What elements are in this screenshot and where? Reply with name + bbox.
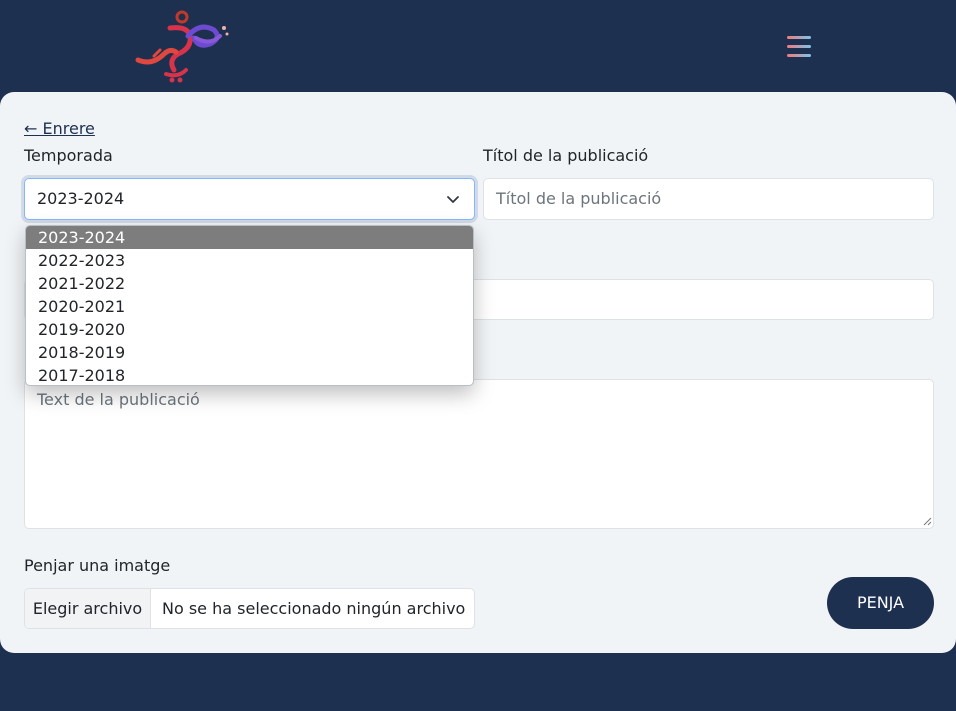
file-status-text: No se ha seleccionado ningún archivo [162, 599, 466, 618]
title-input-placeholder: Títol de la publicació [496, 189, 662, 208]
season-dropdown-list: 2023-2024 2022-2023 2021-2022 2020-2021 … [25, 225, 474, 386]
title-input[interactable]: Títol de la publicació [483, 178, 934, 220]
back-link[interactable]: ← Enrere [24, 119, 95, 138]
top-navbar [0, 0, 956, 92]
choose-file-button[interactable]: Elegir archivo [25, 589, 151, 628]
season-option[interactable]: 2021-2022 [26, 272, 473, 295]
hamburger-menu-icon[interactable] [784, 32, 814, 62]
chevron-down-icon [447, 196, 459, 203]
text-textarea[interactable]: Text de la publicació [24, 379, 934, 529]
season-option[interactable]: 2018-2019 [26, 341, 473, 364]
season-option[interactable]: 2019-2020 [26, 318, 473, 341]
image-upload-label: Penjar una imatge [24, 556, 171, 575]
season-option[interactable]: 2023-2024 [26, 226, 473, 249]
submit-button[interactable]: PENJA [827, 577, 934, 629]
season-option[interactable]: 2022-2023 [26, 249, 473, 272]
text-textarea-placeholder: Text de la publicació [37, 390, 200, 409]
season-option[interactable]: 2020-2021 [26, 295, 473, 318]
title-label: Títol de la publicació [483, 146, 649, 165]
season-select[interactable]: 2023-2024 [24, 178, 475, 220]
logo-icon[interactable] [130, 8, 230, 86]
resize-handle-icon[interactable] [922, 516, 932, 526]
season-label: Temporada [24, 146, 113, 165]
image-file-input[interactable]: Elegir archivo No se ha seleccionado nin… [24, 588, 475, 629]
season-option[interactable]: 2017-2018 [26, 364, 473, 385]
season-select-value: 2023-2024 [37, 189, 125, 208]
